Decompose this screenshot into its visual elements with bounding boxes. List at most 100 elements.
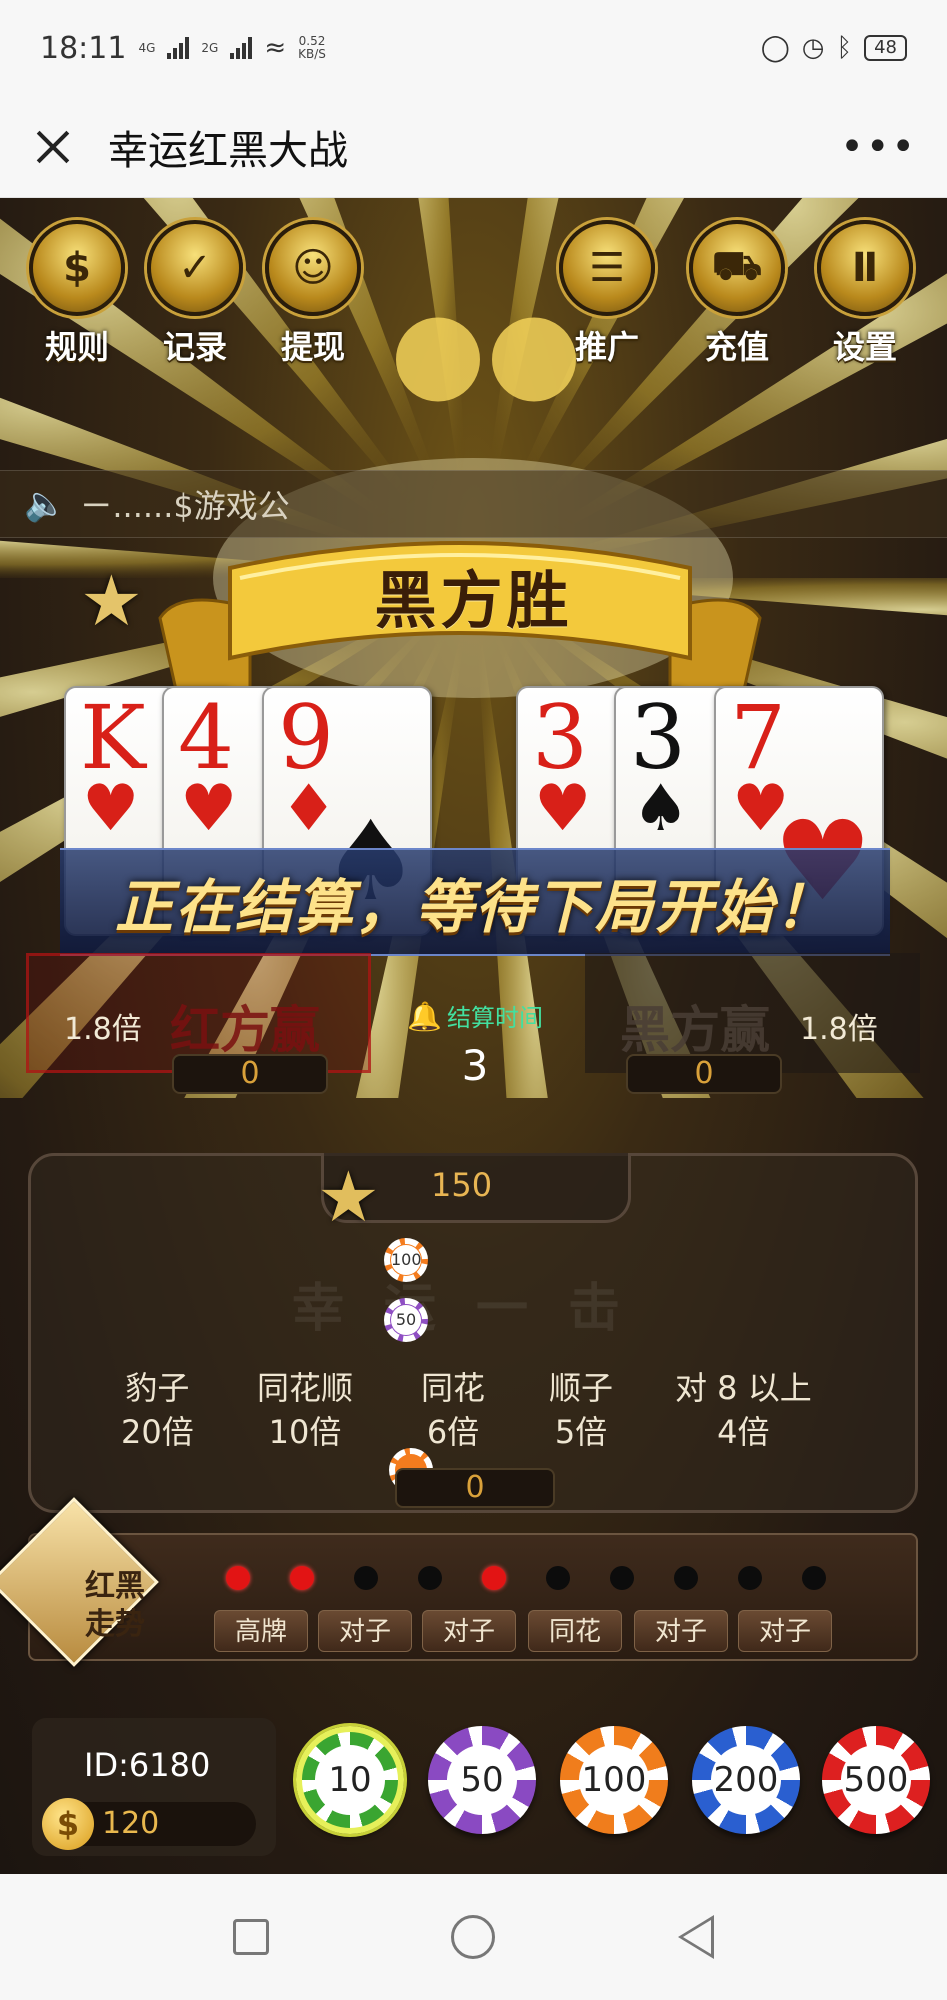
podium-icon: Ⅱ	[817, 220, 913, 316]
account-panel: ID:6180 $ 120	[32, 1718, 276, 1856]
withdraw-button[interactable]: ☺ 提现	[258, 220, 368, 368]
timer-value: 3	[461, 1041, 489, 1090]
trend-tag: 同花	[528, 1610, 622, 1652]
bell-icon: 🔔	[407, 1000, 442, 1033]
trend-tag: 对子	[422, 1610, 516, 1652]
trend-title: 红黑 走势	[60, 1568, 170, 1644]
lucky-strike-watermark: 幸运一击	[291, 1279, 660, 1339]
settings-button[interactable]: Ⅱ 设置	[810, 220, 920, 368]
pattern-straight: 顺子 5倍	[549, 1366, 613, 1454]
chip-value: 100	[391, 1245, 422, 1275]
pattern-mult: 10倍	[268, 1413, 342, 1451]
settlement-text: 正在结算，等待下局开始！	[114, 873, 835, 941]
rules-icon: $	[29, 220, 125, 316]
chip-value: 50	[447, 1745, 517, 1815]
pattern-name: 对 8 以上	[675, 1369, 812, 1407]
chip-100-button[interactable]: 100	[560, 1726, 668, 1834]
page-title: 幸运红黑大战	[108, 127, 348, 174]
settlement-banner: 正在结算，等待下局开始！	[60, 848, 890, 956]
recharge-button[interactable]: ⛟ 充值	[682, 220, 792, 368]
circle-icon	[451, 1915, 496, 1959]
pattern-name: 豹子	[125, 1369, 190, 1407]
lock-icon: ◯	[760, 33, 790, 63]
record-button[interactable]: ✓ 记录	[140, 220, 250, 368]
pattern-leopard: 豹子 20倍	[121, 1366, 194, 1454]
placed-chip-50: 50	[384, 1298, 428, 1342]
black-multiplier: 1.8倍	[800, 1012, 878, 1047]
lucky-bet-amount: 0	[395, 1468, 555, 1508]
close-icon[interactable]	[30, 124, 76, 170]
record-icon: ✓	[147, 220, 243, 316]
rules-label: 规则	[44, 328, 109, 366]
red-bet-amount: 0	[172, 1054, 328, 1094]
trend-dot-black	[418, 1566, 442, 1590]
players-icon[interactable]: ●●	[390, 290, 582, 410]
back-triangle-icon	[677, 1915, 714, 1959]
trend-dot-black	[610, 1566, 634, 1590]
chip-500-button[interactable]: 500	[822, 1726, 930, 1834]
black-win-label: 黑方赢	[620, 1001, 770, 1059]
cart-icon: ⛟	[689, 220, 785, 316]
trend-tag: 对子	[634, 1610, 728, 1652]
trend-dot-black	[738, 1566, 762, 1590]
placed-chip-100: 100	[384, 1238, 428, 1282]
red-multiplier: 1.8倍	[64, 1012, 142, 1047]
lucky-strike-area[interactable]: ★ 150 幸运一击 豹子 20倍 同花顺 10倍 同花 6倍 顺子 5倍 对 …	[28, 1153, 918, 1513]
rules-button[interactable]: $ 规则	[22, 220, 132, 368]
title-bar: 幸运红黑大战 •••	[0, 96, 947, 198]
pattern-straight-flush: 同花顺 10倍	[257, 1366, 353, 1454]
pool-amount: 150	[431, 1166, 493, 1204]
timer-label: 结算时间	[446, 1004, 543, 1032]
signal-icon-2	[230, 37, 253, 59]
chip-200-button[interactable]: 200	[692, 1726, 800, 1834]
pattern-name: 同花	[421, 1369, 486, 1407]
network-speed: 0.52 KB/S	[298, 35, 326, 61]
recharge-label: 充值	[704, 328, 769, 366]
chip-value: 10	[315, 1745, 385, 1815]
home-button[interactable]	[443, 1907, 503, 1967]
recent-apps-button[interactable]	[221, 1907, 281, 1967]
pattern-pair-8-plus: 对 8 以上 4倍	[675, 1366, 812, 1454]
speaker-icon: 🔈	[24, 484, 67, 524]
trend-title-line2: 走势	[85, 1607, 145, 1642]
trend-dot-red	[482, 1566, 506, 1590]
status-time: 18:11	[40, 30, 127, 66]
trend-tag: 高牌	[214, 1610, 308, 1652]
chip-value: 100	[579, 1745, 649, 1815]
network-2g-label: 2G	[201, 41, 219, 55]
status-left: 18:11 4G 2G ≈ 0.52 KB/S	[40, 31, 326, 66]
settle-timer: 🔔 结算时间 3	[380, 998, 570, 1090]
bluetooth-icon: ᛒ	[836, 33, 853, 63]
pattern-mult: 4倍	[717, 1413, 770, 1451]
game-area: $ 规则 ✓ 记录 ☺ 提现 ☰ 推广 ⛟ 充值 Ⅱ 设置 ●● 🔈 ㄧ....…	[0, 198, 947, 1874]
settings-label: 设置	[832, 328, 897, 366]
pattern-name: 同花顺	[257, 1369, 354, 1407]
trend-tag: 对子	[318, 1610, 412, 1652]
trend-title-line1: 红黑	[85, 1569, 145, 1604]
trend-tag: 对子	[738, 1610, 832, 1652]
trend-dot-red	[226, 1566, 250, 1590]
signal-icon	[167, 37, 190, 59]
status-bar: 18:11 4G 2G ≈ 0.52 KB/S ◯ ◷ ᛒ 48	[0, 0, 947, 96]
withdraw-icon: ☺	[265, 220, 361, 316]
black-bet-amount: 0	[626, 1054, 782, 1094]
network-4g-label: 4G	[138, 41, 156, 55]
result-title: 黑方胜	[374, 564, 573, 637]
coin-icon: $	[42, 1798, 94, 1850]
heart-icon: ♥	[180, 772, 238, 846]
trend-dot-black	[802, 1566, 826, 1590]
red-win-label: 红方赢	[170, 1001, 320, 1059]
chip-50-button[interactable]: 50	[428, 1726, 536, 1834]
chip-value: 500	[841, 1745, 911, 1815]
pattern-mult: 20倍	[121, 1413, 194, 1451]
chip-10-button[interactable]: 10	[296, 1726, 404, 1834]
pattern-mult: 6倍	[426, 1413, 480, 1451]
system-nav-bar	[0, 1874, 947, 2000]
more-options-button[interactable]: •••	[840, 124, 917, 170]
chip-value: 50	[391, 1305, 421, 1335]
alarm-icon: ◷	[801, 33, 825, 63]
back-button[interactable]	[666, 1907, 726, 1967]
trend-dot-black	[546, 1566, 570, 1590]
pattern-mult: 5倍	[554, 1413, 608, 1451]
trend-dot-black	[354, 1566, 378, 1590]
